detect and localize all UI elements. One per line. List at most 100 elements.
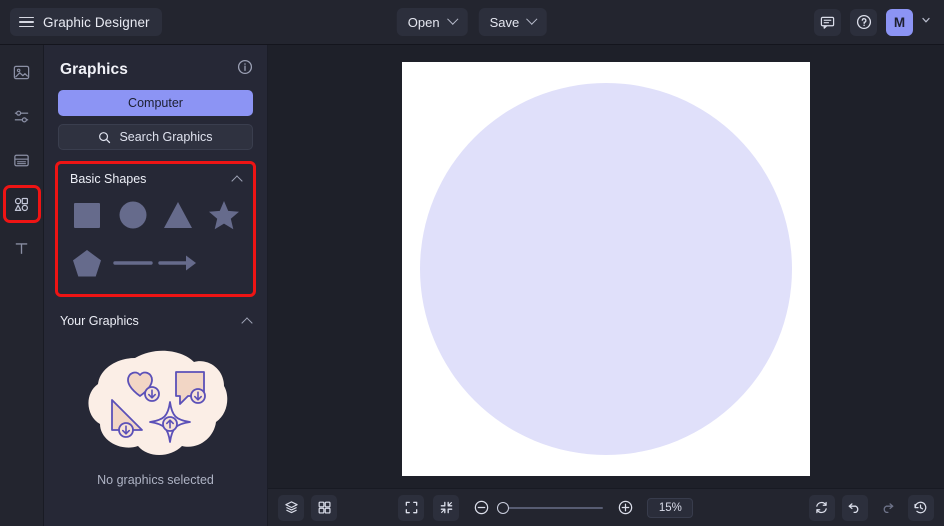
adjustments-icon: [14, 110, 29, 122]
tool-rail: [0, 45, 44, 526]
rail-item-adjustments[interactable]: [7, 101, 37, 131]
zoom-to-fit-button[interactable]: [433, 494, 460, 521]
graphics-panel-body: Computer Search Graphics Basic Shapes Yo…: [44, 90, 267, 487]
canvas-circle-object[interactable]: [420, 82, 792, 455]
zoom-controls: 15%: [398, 494, 694, 521]
empty-graphics-illustration: [88, 350, 228, 455]
shape-item-star[interactable]: [201, 192, 247, 238]
zoom-in-button[interactable]: [612, 495, 638, 521]
search-graphics-label: Search Graphics: [119, 130, 213, 144]
help-circle-icon: [856, 14, 871, 30]
zoom-out-button[interactable]: [468, 495, 494, 521]
canvas-stage[interactable]: [268, 45, 944, 488]
history-button[interactable]: [907, 494, 934, 521]
reset-button[interactable]: [808, 494, 835, 521]
zoom-to-fit-icon: [440, 501, 453, 514]
basic-shapes-header[interactable]: Basic Shapes: [58, 164, 253, 192]
zoom-slider[interactable]: [497, 501, 604, 514]
reset-icon: [816, 501, 828, 514]
history-controls: [808, 494, 934, 521]
shape-item-arrow[interactable]: [156, 240, 202, 286]
your-graphics-section: Your Graphics No graphics selected: [58, 306, 253, 487]
top-bar: Graphic Designer Open Save M: [0, 0, 944, 45]
artboard[interactable]: [402, 61, 810, 476]
chevron-down-icon: [446, 13, 459, 25]
computer-source-button[interactable]: Computer: [58, 90, 253, 116]
chevron-down-icon: [526, 13, 538, 25]
shape-item-pentagon[interactable]: [64, 240, 110, 286]
account-menu-button[interactable]: [920, 13, 932, 31]
shape-item-square[interactable]: [64, 192, 110, 238]
undo-icon: [849, 503, 859, 514]
main-body: Graphics Computer Search Graphics Basic …: [0, 45, 944, 526]
triangle-shape: [164, 202, 193, 228]
grid-icon: [318, 501, 331, 514]
line-shape: [112, 261, 153, 265]
rail-item-layout[interactable]: [7, 145, 37, 175]
rail-item-text[interactable]: [7, 233, 37, 263]
page-title: Graphic Designer: [43, 14, 150, 30]
app-window: Graphic Designer Open Save M Graphics Co…: [0, 0, 944, 526]
zoom-slider-handle[interactable]: [497, 501, 510, 514]
rail-item-image[interactable]: [7, 57, 37, 87]
top-bar-left: Graphic Designer: [0, 8, 162, 36]
shapes-icon: [14, 197, 29, 211]
panel-title: Graphics: [60, 60, 128, 78]
help-button[interactable]: [850, 8, 877, 36]
app-menu-button[interactable]: Graphic Designer: [10, 8, 162, 36]
your-graphics-empty-state: No graphics selected: [58, 334, 253, 487]
fit-to-screen-icon: [405, 501, 418, 514]
chevron-up-icon: [241, 316, 253, 329]
canvas-area: 15%: [268, 45, 944, 526]
layout-icon: [14, 154, 29, 166]
search-graphics-button[interactable]: Search Graphics: [58, 124, 253, 150]
image-icon: [13, 65, 30, 79]
shape-grid-empty-cell: [201, 240, 247, 286]
graphics-panel-header: Graphics: [44, 45, 267, 90]
basic-shapes-grid: [58, 192, 253, 286]
square-shape: [73, 203, 100, 228]
your-graphics-header[interactable]: Your Graphics: [58, 306, 253, 334]
layers-button[interactable]: [278, 494, 304, 521]
open-label: Open: [407, 14, 440, 30]
redo-button[interactable]: [875, 495, 901, 521]
text-icon: [15, 242, 28, 254]
star-shape: [209, 201, 240, 230]
info-button[interactable]: [237, 59, 253, 80]
your-graphics-label: Your Graphics: [60, 314, 139, 328]
comment-icon: [820, 16, 835, 29]
redo-icon: [884, 503, 894, 514]
chevron-up-icon: [231, 174, 243, 187]
comment-button[interactable]: [814, 8, 841, 36]
no-graphics-text: No graphics selected: [97, 473, 214, 487]
arrow-shape: [158, 255, 197, 271]
graphics-panel: Graphics Computer Search Graphics Basic …: [44, 45, 268, 526]
shape-item-line[interactable]: [110, 240, 156, 286]
pentagon-shape: [72, 250, 101, 277]
history-icon: [914, 501, 927, 514]
save-menu-button[interactable]: Save: [478, 8, 548, 36]
bottom-toolbar: 15%: [268, 488, 944, 526]
avatar[interactable]: M: [886, 8, 913, 36]
search-icon: [99, 131, 111, 143]
top-bar-center: Open Save: [396, 8, 548, 36]
shape-item-circle[interactable]: [110, 192, 156, 238]
save-label: Save: [489, 14, 520, 30]
basic-shapes-label: Basic Shapes: [70, 172, 147, 186]
open-menu-button[interactable]: Open: [396, 8, 468, 36]
rail-item-shapes[interactable]: [2, 185, 41, 223]
top-bar-right: M: [814, 8, 944, 36]
hamburger-icon: [19, 16, 34, 28]
zoom-in-icon: [618, 500, 633, 515]
info-circle-icon: [237, 59, 253, 75]
shape-item-triangle[interactable]: [156, 192, 202, 238]
layers-icon: [284, 501, 298, 514]
fit-to-screen-button[interactable]: [398, 494, 425, 521]
circle-shape: [119, 201, 147, 229]
chevron-down-icon: [922, 17, 930, 23]
zoom-level-display[interactable]: 15%: [647, 497, 694, 518]
undo-button[interactable]: [841, 494, 868, 521]
basic-shapes-section: Basic Shapes: [55, 161, 256, 297]
zoom-out-icon: [474, 500, 489, 515]
grid-view-button[interactable]: [311, 494, 337, 521]
